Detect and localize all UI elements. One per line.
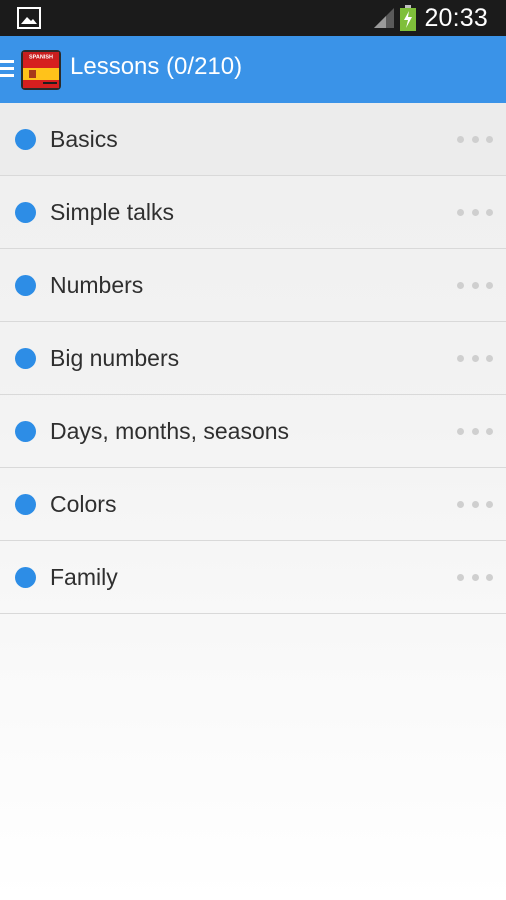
gallery-icon <box>17 7 41 29</box>
battery-charging-icon <box>400 5 417 31</box>
lesson-label: Big numbers <box>50 344 180 371</box>
lesson-item-simple-talks[interactable]: Simple talks <box>0 176 506 249</box>
lesson-status-dot <box>15 128 36 150</box>
lesson-label: Days, months, seasons <box>50 417 290 444</box>
logo-text: SPANISH <box>29 55 53 61</box>
lesson-item-family[interactable]: Family <box>0 541 506 614</box>
lesson-item-basics[interactable]: Basics <box>0 103 506 176</box>
lesson-item-numbers[interactable]: Numbers <box>0 249 506 322</box>
lesson-status-dot <box>15 274 36 296</box>
lesson-status-dot <box>15 347 36 369</box>
signal-icon <box>374 8 395 28</box>
more-options-icon[interactable] <box>457 207 493 217</box>
lesson-item-colors[interactable]: Colors <box>0 468 506 541</box>
lesson-status-dot <box>15 201 36 223</box>
status-right-group: 20:33 <box>372 0 506 36</box>
more-options-icon[interactable] <box>457 572 493 582</box>
spain-flag-icon[interactable]: SPANISH <box>21 50 61 90</box>
lesson-label: Family <box>50 563 118 590</box>
status-time: 20:33 <box>424 3 488 32</box>
more-options-icon[interactable] <box>457 426 493 436</box>
lesson-label: Numbers <box>50 271 144 298</box>
lesson-item-days-months-seasons[interactable]: Days, months, seasons <box>0 395 506 468</box>
lesson-status-dot <box>15 566 36 588</box>
more-options-icon[interactable] <box>457 499 493 509</box>
more-options-icon[interactable] <box>457 280 493 290</box>
lesson-label: Basics <box>50 125 118 152</box>
menu-icon[interactable] <box>0 58 14 80</box>
lessons-content: Basics Simple talks Numbers Big numbers … <box>0 103 506 900</box>
lesson-label: Simple talks <box>50 198 174 225</box>
lesson-status-dot <box>15 493 36 515</box>
lesson-label: Colors <box>50 490 117 517</box>
lesson-status-dot <box>15 420 36 442</box>
more-options-icon[interactable] <box>457 134 493 144</box>
more-options-icon[interactable] <box>457 353 493 363</box>
action-bar: SPANISH Lessons (0/210) <box>0 36 506 103</box>
page-title: Lessons (0/210) <box>70 53 243 80</box>
lesson-list: Basics Simple talks Numbers Big numbers … <box>0 103 506 614</box>
lesson-item-big-numbers[interactable]: Big numbers <box>0 322 506 395</box>
status-bar: 20:33 <box>0 0 506 36</box>
